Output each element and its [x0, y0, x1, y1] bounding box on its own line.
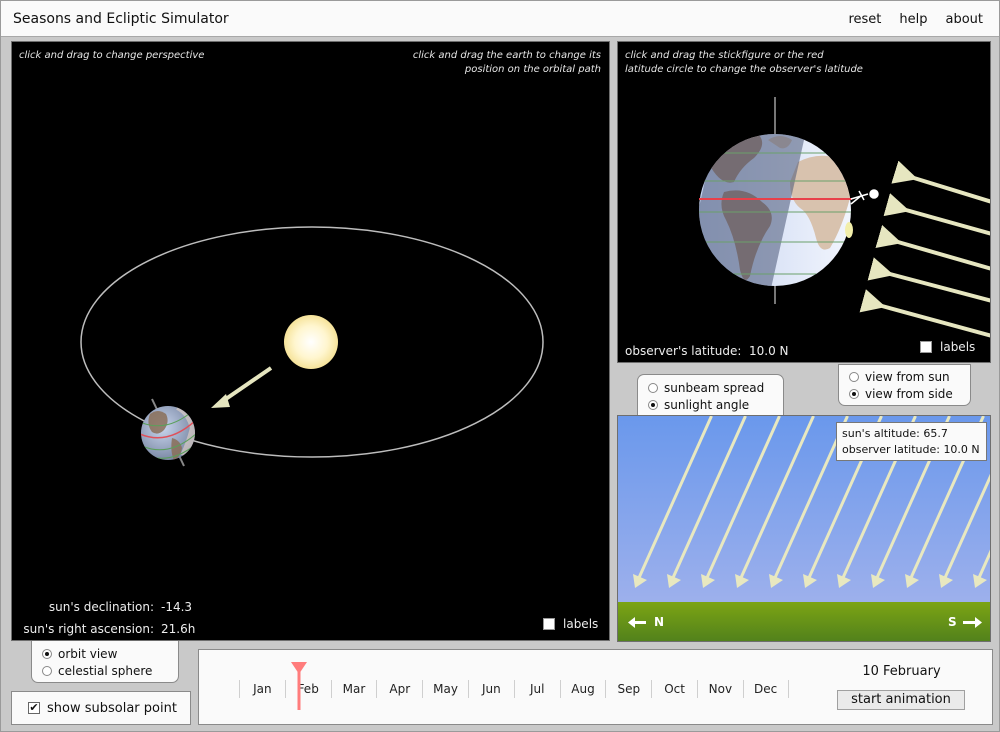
earth-globe-large: [699, 134, 853, 286]
right-ascension-label: sun's right ascension:: [23, 622, 154, 636]
sunlight-angle-label: sunlight angle: [664, 397, 750, 412]
sunlight-direction-arrow: [211, 366, 273, 408]
celestial-sphere-radio[interactable]: [42, 665, 52, 676]
observer-latitude-info-label: observer latitude:: [842, 443, 940, 456]
perspective-hint: click and drag to change perspective: [19, 50, 205, 61]
sun-altitude-row: sun's altitude: 65.7: [842, 426, 981, 442]
orbit-labels-checkbox[interactable]: [543, 618, 555, 630]
observer-hint: click and drag the stickfigure or the re…: [625, 49, 863, 77]
observer-latitude-row: observer latitude: 10.0 N: [842, 442, 981, 458]
observer-latitude-info-value: 10.0 N: [943, 443, 980, 456]
north-label: N: [654, 615, 665, 629]
view-from-side-option[interactable]: view from side: [849, 385, 960, 402]
sunlight-angle-radio[interactable]: [648, 399, 658, 410]
right-ascension-value: 21.6h: [161, 622, 196, 636]
orbit-labels-label: labels: [563, 617, 599, 631]
sun-icon: [284, 315, 338, 369]
orbit-view-radio[interactable]: [42, 648, 52, 659]
earth-labels-toggle[interactable]: labels: [920, 340, 975, 354]
month-may[interactable]: May: [422, 680, 468, 698]
orbit-canvas[interactable]: [12, 42, 610, 641]
sun-altitude-label: sun's altitude:: [842, 427, 920, 440]
drag-earth-hint-line2: position on the orbital path: [464, 64, 601, 75]
earth-view-panel[interactable]: click and drag the stickfigure or the re…: [617, 41, 991, 363]
month-mar[interactable]: Mar: [330, 680, 377, 698]
month-nov[interactable]: Nov: [696, 680, 743, 698]
sunbeam-spread-label: sunbeam spread: [664, 380, 765, 395]
sunlight-angle-panel: N S sun's altitude: 65.7 observer latitu…: [617, 415, 991, 642]
subsolar-checkbox[interactable]: ✔: [28, 702, 40, 714]
declination-value: -14.3: [161, 600, 193, 614]
subsolar-point-toggle[interactable]: ✔ show subsolar point: [11, 691, 191, 725]
reset-link[interactable]: reset: [848, 12, 881, 27]
sunbeam-spread-radio[interactable]: [648, 382, 658, 393]
title-bar: Seasons and Ecliptic Simulator reset hel…: [1, 1, 999, 37]
top-menu: reset help about: [848, 12, 983, 27]
app-title: Seasons and Ecliptic Simulator: [13, 11, 229, 27]
drag-earth-hint: click and drag the earth to change its p…: [413, 49, 601, 77]
month-sep[interactable]: Sep: [605, 680, 651, 698]
sun-altitude-infobox: sun's altitude: 65.7 observer latitude: …: [836, 422, 987, 461]
month-jul[interactable]: Jul: [513, 680, 560, 698]
observer-latitude-value: 10.0 N: [749, 344, 789, 358]
timeline-panel: Jan Feb Mar Apr May Jun Jul Aug Sep Oct Nov Dec 10 …: [198, 649, 993, 725]
month-dec[interactable]: Dec: [742, 680, 789, 698]
view-from-sun-option[interactable]: view from sun: [849, 368, 960, 385]
month-jun[interactable]: Jun: [467, 680, 514, 698]
celestial-sphere-option[interactable]: celestial sphere: [42, 662, 168, 679]
declination-label: sun's declination:: [48, 600, 154, 614]
observer-latitude-label: observer's latitude:: [625, 344, 742, 358]
month-apr[interactable]: Apr: [376, 680, 422, 698]
incoming-sunlight-arrows: [859, 160, 990, 338]
view-mode-options: orbit view celestial sphere: [31, 641, 179, 683]
earth-globe-icon[interactable]: [140, 398, 198, 467]
view-from-side-label: view from side: [865, 386, 953, 401]
earth-labels-checkbox[interactable]: [920, 341, 932, 353]
month-jan[interactable]: Jan: [239, 680, 285, 698]
earth-labels-label: labels: [940, 340, 976, 354]
celestial-sphere-label: celestial sphere: [58, 663, 153, 678]
month-strip[interactable]: Jan Feb Mar Apr May Jun Jul Aug Sep Oct Nov Dec: [239, 680, 789, 700]
ground: [618, 602, 990, 641]
current-date: 10 February: [862, 664, 941, 679]
date-marker-handle[interactable]: [290, 662, 308, 710]
earth-view-options: view from sun view from side: [838, 364, 971, 406]
observer-hint-line2: latitude circle to change the observer's…: [625, 64, 863, 75]
subsolar-label: show subsolar point: [47, 700, 177, 716]
view-from-sun-label: view from sun: [865, 369, 950, 384]
month-oct[interactable]: Oct: [651, 680, 697, 698]
sunlight-mode-options: sunbeam spread sunlight angle: [637, 374, 784, 416]
orbit-view-panel[interactable]: click and drag to change perspective cli…: [11, 41, 610, 641]
start-animation-button[interactable]: start animation: [837, 690, 965, 710]
view-from-sun-radio[interactable]: [849, 371, 859, 382]
simulator-app: Seasons and Ecliptic Simulator reset hel…: [0, 0, 1000, 732]
drag-earth-hint-line1: click and drag the earth to change its: [412, 50, 601, 61]
view-from-side-radio[interactable]: [849, 388, 859, 399]
month-aug[interactable]: Aug: [559, 680, 606, 698]
orbit-labels-toggle[interactable]: labels: [543, 617, 598, 631]
earth-side-canvas[interactable]: [618, 42, 991, 363]
orbit-view-option[interactable]: orbit view: [42, 645, 168, 662]
sunbeam-spread-option[interactable]: sunbeam spread: [648, 379, 773, 396]
south-label: S: [948, 615, 957, 629]
orbit-view-label: orbit view: [58, 646, 118, 661]
observer-hint-line1: click and drag the stickfigure or the re…: [625, 50, 824, 61]
stick-figure-observer[interactable]: [850, 189, 879, 205]
sunlight-angle-option[interactable]: sunlight angle: [648, 396, 773, 413]
help-link[interactable]: help: [899, 12, 927, 27]
sun-altitude-value: 65.7: [923, 427, 948, 440]
about-link[interactable]: about: [945, 12, 983, 27]
